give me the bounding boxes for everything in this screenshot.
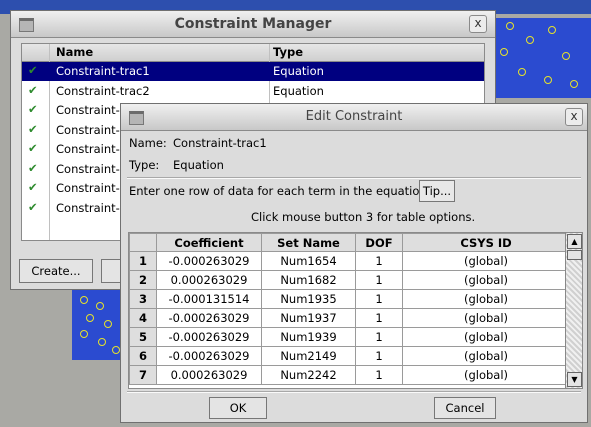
row-number: 1 xyxy=(129,251,157,271)
table-header: Name Type xyxy=(22,44,484,62)
table-row[interactable]: 4 -0.000263029 Num1937 1 (global) xyxy=(129,308,570,328)
cancel-button[interactable]: Cancel xyxy=(434,397,496,419)
table-row[interactable]: 7 0.000263029 Num2242 1 (global) xyxy=(129,365,570,385)
table-row[interactable]: 3 -0.000131514 Num1935 1 (global) xyxy=(129,289,570,309)
table-row[interactable]: ✔ Constraint-trac2 Equation xyxy=(22,82,484,101)
check-icon: ✔ xyxy=(28,199,38,214)
constraint-type: Equation xyxy=(273,83,324,98)
create-button[interactable]: Create... xyxy=(19,259,93,283)
scroll-down-arrow-icon[interactable]: ▼ xyxy=(567,372,582,387)
type-value: Equation xyxy=(173,158,224,172)
csys-cell[interactable]: (global) xyxy=(402,346,570,366)
set-name-cell[interactable]: Num1682 xyxy=(261,270,356,290)
constraint-name: Constraint-trac1 xyxy=(56,64,150,78)
dof-cell[interactable]: 1 xyxy=(355,327,403,347)
row-number: 2 xyxy=(129,270,157,290)
check-icon: ✔ xyxy=(28,121,38,136)
coefficient-cell[interactable]: -0.000263029 xyxy=(156,346,262,366)
csys-cell[interactable]: (global) xyxy=(402,289,570,309)
coefficient-column-header: Coefficient xyxy=(156,233,262,252)
equation-rows: 1 -0.000263029 Num1654 1 (global) 2 0.00026302… xyxy=(129,251,570,385)
edit-titlebar[interactable]: Edit Constraint x xyxy=(121,104,587,131)
name-column-header[interactable]: Name xyxy=(56,45,93,59)
dof-cell[interactable]: 1 xyxy=(355,346,403,366)
viewport-mesh xyxy=(72,290,124,360)
check-icon: ✔ xyxy=(28,180,38,194)
table-row[interactable]: ✔ Constraint-trac1 Equation xyxy=(22,62,484,81)
set-name-cell[interactable]: Num1939 xyxy=(261,327,356,347)
csys-cell[interactable]: (global) xyxy=(402,327,570,347)
set-name-column-header: Set Name xyxy=(261,233,356,252)
coefficient-cell[interactable]: -0.000263029 xyxy=(156,251,262,271)
separator xyxy=(127,177,581,179)
manager-title: Constraint Manager xyxy=(174,16,332,32)
dof-cell[interactable]: 1 xyxy=(355,308,403,328)
check-icon: ✔ xyxy=(28,141,38,155)
set-name-cell[interactable]: Num2149 xyxy=(261,346,356,366)
coefficient-cell[interactable]: -0.000263029 xyxy=(156,327,262,347)
set-name-cell[interactable]: Num1654 xyxy=(261,251,356,271)
scroll-up-arrow-icon[interactable]: ▲ xyxy=(567,234,582,249)
check-icon: ✔ xyxy=(28,102,38,116)
coefficient-cell[interactable]: -0.000263029 xyxy=(156,308,262,328)
separator xyxy=(127,391,581,393)
row-number: 5 xyxy=(129,327,157,347)
csys-cell[interactable]: (global) xyxy=(402,308,570,328)
constraint-name: Constraint-trac2 xyxy=(56,83,150,98)
manager-titlebar[interactable]: Constraint Manager x xyxy=(11,11,495,38)
coefficient-cell[interactable]: -0.000131514 xyxy=(156,289,262,309)
type-column-header[interactable]: Type xyxy=(273,45,303,59)
table-row[interactable]: 6 -0.000263029 Num2149 1 (global) xyxy=(129,346,570,366)
row-number: 3 xyxy=(129,289,157,309)
set-name-cell[interactable]: Num1937 xyxy=(261,308,356,328)
table-row[interactable]: 2 0.000263029 Num1682 1 (global) xyxy=(129,270,570,290)
row-number-header xyxy=(129,233,157,252)
table-scrollbar[interactable]: ▲ ▼ xyxy=(565,233,582,388)
edit-constraint-dialog: Edit Constraint x Name: Constraint-trac1… xyxy=(120,103,588,423)
check-icon: ✔ xyxy=(28,82,38,97)
csys-column-header: CSYS ID xyxy=(402,233,570,252)
set-name-cell[interactable]: Num2242 xyxy=(261,365,356,385)
scroll-thumb[interactable] xyxy=(567,250,582,260)
set-name-cell[interactable]: Num1935 xyxy=(261,289,356,309)
dof-cell[interactable]: 1 xyxy=(355,270,403,290)
csys-cell[interactable]: (global) xyxy=(402,251,570,271)
type-label: Type: xyxy=(129,158,160,172)
table-hint: Click mouse button 3 for table options. xyxy=(251,210,476,224)
table-row[interactable]: 1 -0.000263029 Num1654 1 (global) xyxy=(129,251,570,271)
row-number: 6 xyxy=(129,346,157,366)
check-icon: ✔ xyxy=(28,160,38,175)
dof-cell[interactable]: 1 xyxy=(355,251,403,271)
check-icon: ✔ xyxy=(28,63,38,77)
name-value: Constraint-trac1 xyxy=(173,136,267,150)
dof-cell[interactable]: 1 xyxy=(355,365,403,385)
manager-close-button[interactable]: x xyxy=(469,15,487,33)
ok-button[interactable]: OK xyxy=(209,397,267,419)
row-number: 7 xyxy=(129,365,157,385)
dof-cell[interactable]: 1 xyxy=(355,289,403,309)
instruction-text: Enter one row of data for each term in t… xyxy=(129,184,427,198)
coefficient-cell[interactable]: 0.000263029 xyxy=(156,365,262,385)
constraint-type: Equation xyxy=(273,64,324,78)
tip-button[interactable]: Tip... xyxy=(419,180,455,202)
dof-column-header: DOF xyxy=(355,233,403,252)
equation-table[interactable]: Coefficient Set Name DOF CSYS ID 1 -0.000… xyxy=(128,232,583,389)
edit-close-button[interactable]: x xyxy=(565,108,583,126)
edit-title: Edit Constraint xyxy=(305,109,403,124)
name-label: Name: xyxy=(129,136,167,150)
csys-cell[interactable]: (global) xyxy=(402,270,570,290)
table-row[interactable]: 5 -0.000263029 Num1939 1 (global) xyxy=(129,327,570,347)
coefficient-cell[interactable]: 0.000263029 xyxy=(156,270,262,290)
csys-cell[interactable]: (global) xyxy=(402,365,570,385)
row-number: 4 xyxy=(129,308,157,328)
